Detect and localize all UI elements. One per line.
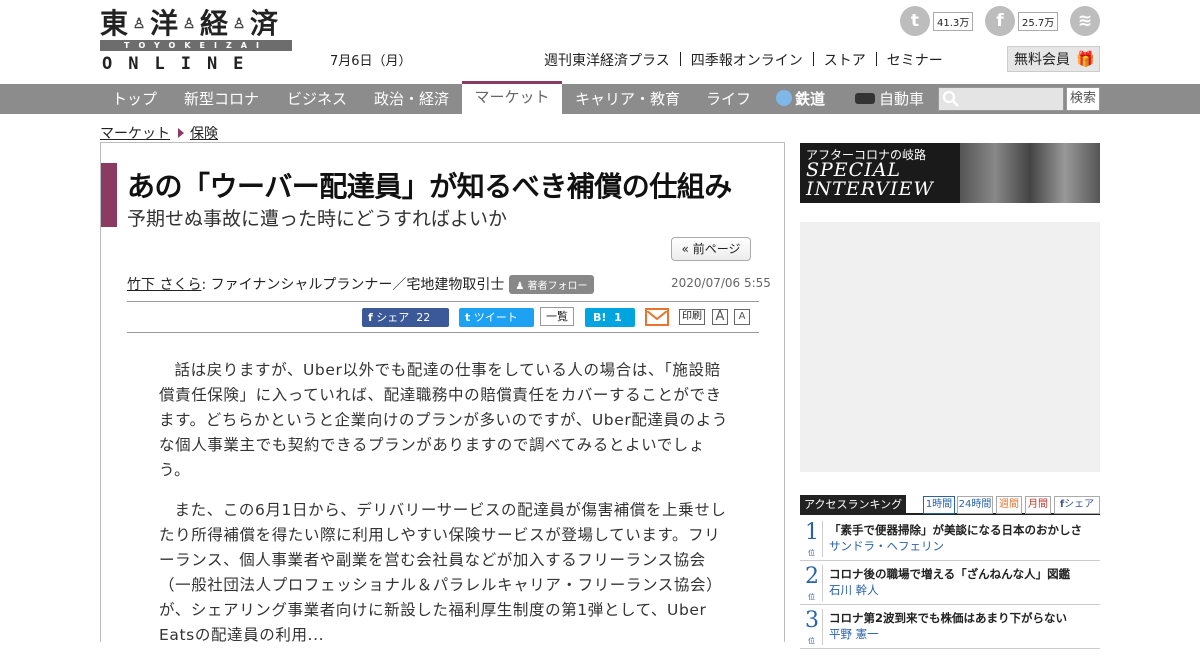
tab-share[interactable]: fシェア: [1054, 496, 1100, 514]
ranking-header: アクセスランキング 1時間 24時間 週間 月間 fシェア: [800, 495, 1100, 515]
ranking-author: サンドラ・ヘフェリン: [829, 539, 944, 553]
twitter-follow[interactable]: t 41.3万: [900, 6, 974, 36]
tab-24hours[interactable]: 24時間: [957, 496, 993, 514]
share-bar: f シェア 22 t ツイート 一覧 B! 1 印刷 A A: [127, 301, 759, 333]
nav-corona[interactable]: 新型コロナ: [184, 84, 259, 114]
author-follow-button[interactable]: ♟ 著者フォロー: [509, 274, 594, 294]
breadcrumb-insurance[interactable]: 保険: [190, 123, 218, 143]
nav-top[interactable]: トップ: [112, 84, 157, 114]
ranking-title: 「素手で便器掃除」が美談になる日本のおかしさ: [829, 523, 1082, 537]
facebook-icon: f: [368, 311, 373, 324]
nav-business[interactable]: ビジネス: [287, 84, 347, 114]
print-button[interactable]: 印刷: [679, 309, 705, 325]
rss-icon: ≋: [1070, 6, 1100, 36]
ranking-item[interactable]: 1 位 「素手で便器掃除」が美談になる日本のおかしさ サンドラ・ヘフェリン: [800, 518, 1100, 561]
rss-link[interactable]: ≋: [1070, 6, 1100, 36]
breadcrumb-market[interactable]: マーケット: [100, 123, 170, 143]
logo-online: ONLINE: [102, 54, 260, 74]
article-title: あの「ウーバー配達員」が知るべき補償の仕組み: [127, 170, 732, 203]
ranking-item[interactable]: 2 位 コロナ後の職場で増える「ざんねんな人」図鑑 石川 幹人: [800, 562, 1100, 605]
tab-1hour[interactable]: 1時間: [923, 496, 955, 514]
title-accent-bar: [101, 163, 117, 227]
hatena-bookmark-button[interactable]: B! 1: [585, 308, 635, 327]
font-larger-button[interactable]: A: [712, 309, 728, 325]
interview-photos: [960, 143, 1100, 203]
logo-band: TOYOKEIZAI: [100, 40, 292, 51]
special-interview-banner[interactable]: アフターコロナの岐路 SPECIAL INTERVIEW: [800, 143, 1100, 203]
mail-icon[interactable]: [645, 308, 669, 326]
author-link[interactable]: 竹下 さくら: [127, 274, 201, 294]
nav-career[interactable]: キャリア・教育: [575, 84, 680, 114]
facebook-icon: f: [985, 6, 1015, 36]
tweet-list-link[interactable]: 一覧: [540, 307, 574, 326]
ranking-title: コロナ後の職場で増える「ざんねんな人」図鑑: [829, 567, 1071, 581]
train-icon: [776, 90, 792, 106]
twitter-icon: t: [465, 311, 471, 324]
publish-date: 2020/07/06 5:55: [671, 276, 771, 290]
search-button[interactable]: 検索: [1066, 87, 1100, 111]
link-weekly-plus[interactable]: 週刊東洋経済プラス: [544, 50, 670, 70]
current-date: 7月6日（月）: [330, 54, 412, 69]
twitter-count: 41.3万: [933, 11, 974, 31]
facebook-count: 25.7万: [1018, 11, 1059, 31]
author-role: : ファイナンシャルプランナー／宅地建物取引士: [201, 277, 505, 293]
ranking-author: 石川 幹人: [829, 583, 879, 597]
font-smaller-button[interactable]: A: [734, 309, 750, 325]
facebook-share-button[interactable]: f シェア 22: [362, 308, 449, 327]
gift-icon: 🎁: [1076, 50, 1095, 68]
free-member-button[interactable]: 無料会員 🎁: [1007, 46, 1100, 72]
nav-railway[interactable]: 鉄道: [776, 84, 825, 114]
link-shikiho[interactable]: 四季報オンライン: [691, 50, 803, 70]
paragraph: 話は戻りますが、Uber以外でも配達の仕事をしている人の場合は、「施設賠償責任保…: [159, 361, 728, 479]
article-subtitle: 予期せぬ事故に遭った時にどうすればよいか: [127, 208, 508, 230]
facebook-follow[interactable]: f 25.7万: [985, 6, 1059, 36]
chevron-right-icon: [178, 128, 184, 138]
search-icon: [942, 90, 959, 107]
twitter-icon: t: [900, 6, 930, 36]
ranking-label: アクセスランキング: [800, 495, 907, 515]
byline: 竹下 さくら : ファイナンシャルプランナー／宅地建物取引士 ♟ 著者フォロー: [127, 274, 594, 294]
tab-monthly[interactable]: 月間: [1025, 496, 1051, 514]
tweet-button[interactable]: t ツイート: [459, 308, 534, 327]
site-header: 東 ♙ 洋 ♙ 経 ♙ 済 TOYOKEIZAI ONLINE 7月6日（月） 週刊東…: [0, 0, 1200, 84]
tab-weekly[interactable]: 週間: [996, 496, 1022, 514]
article-body: 話は戻りますが、Uber以外でも配達の仕事をしている人の場合は、「施設賠償責任保…: [159, 358, 729, 663]
nav-market[interactable]: マーケット: [462, 81, 562, 114]
ranking-author: 平野 憲一: [829, 627, 879, 641]
nav-life[interactable]: ライフ: [706, 84, 751, 114]
paragraph: また、この6月1日から、デリバリーサービスの配達員が傷害補償を上乗せしたり所得補…: [159, 501, 727, 644]
link-store[interactable]: ストア: [824, 50, 866, 70]
car-icon: [855, 93, 875, 104]
article: あの「ウーバー配達員」が知るべき補償の仕組み 予期せぬ事故に遭った時にどうすれば…: [100, 142, 785, 644]
prev-page-button[interactable]: « 前ページ: [671, 237, 751, 261]
top-links: 週刊東洋経済プラス 四季報オンライン ストア セミナー: [544, 50, 943, 70]
ranking-title: コロナ第2波到来でも株価はあまり下がらない: [829, 611, 1067, 625]
site-logo[interactable]: 東 ♙ 洋 ♙ 経 ♙ 済 TOYOKEIZAI ONLINE: [100, 8, 292, 74]
nav-politics[interactable]: 政治・経済: [374, 84, 449, 114]
nav-automobile[interactable]: 自動車: [855, 84, 924, 114]
ad-slot[interactable]: [800, 222, 1100, 472]
ranking-item[interactable]: 3 位 コロナ第2波到来でも株価はあまり下がらない 平野 憲一: [800, 606, 1100, 649]
link-seminar[interactable]: セミナー: [887, 50, 943, 70]
breadcrumb: マーケット 保険: [100, 123, 218, 143]
global-nav: トップ 新型コロナ ビジネス 政治・経済 マーケット キャリア・教育 ライフ 鉄…: [0, 81, 1200, 114]
